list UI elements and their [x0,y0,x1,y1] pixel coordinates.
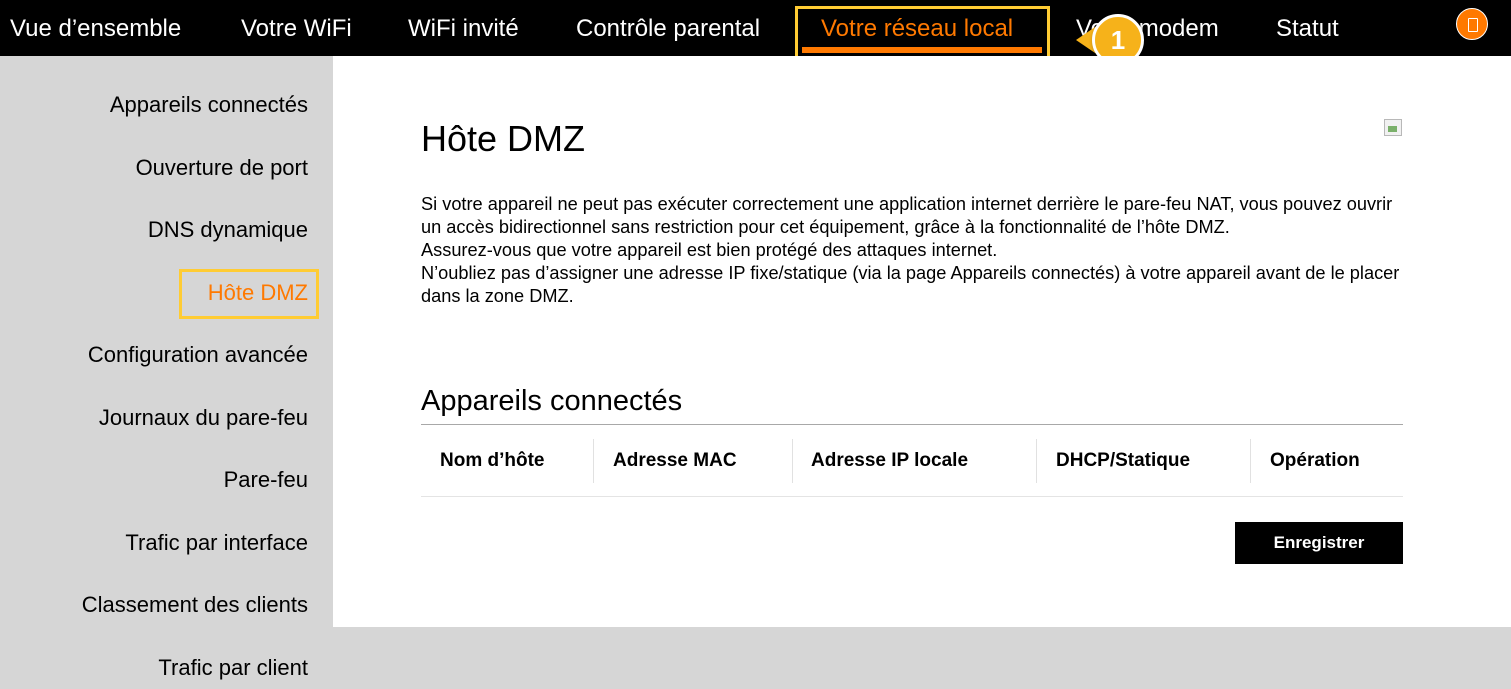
description-paragraph: Assurez-vous que votre appareil est bien… [421,240,998,260]
sidebar-item-dns-dynamique[interactable]: DNS dynamique [148,217,308,243]
column-divider [792,439,793,483]
column-divider [593,439,594,483]
sidebar-item-journaux-pare-feu[interactable]: Journaux du pare-feu [99,405,308,431]
nav-item-controle-parental[interactable]: Contrôle parental [576,0,760,56]
sidebar-item-classement-des-clients[interactable]: Classement des clients [82,592,308,618]
nav-item-vue-ensemble[interactable]: Vue d’ensemble [10,0,181,56]
section-title: Appareils connectés [421,385,683,417]
nav-item-votre-modem[interactable]: Votre modem [1076,0,1219,56]
active-tab-underline [802,47,1042,53]
column-divider [1036,439,1037,483]
sidebar-item-ouverture-de-port[interactable]: Ouverture de port [136,155,308,181]
column-header-mac: Adresse MAC [613,450,737,471]
sidebar-item-pare-feu[interactable]: Pare-feu [224,467,308,493]
save-button[interactable]: Enregistrer [1235,522,1403,564]
nav-item-wifi-invite[interactable]: WiFi invité [408,0,519,56]
column-divider [1250,439,1251,483]
column-header-local-ip: Adresse IP locale [811,450,969,471]
nav-item-statut[interactable]: Statut [1276,0,1339,56]
sidebar-item-trafic-par-client[interactable]: Trafic par client [158,655,308,681]
sidebar-item-appareils-connectes[interactable]: Appareils connectés [110,92,308,118]
nav-item-votre-wifi[interactable]: Votre WiFi [241,0,352,56]
sidebar-item-trafic-par-interface[interactable]: Trafic par interface [125,530,308,556]
column-header-hostname: Nom d’hôte [440,450,545,471]
page-description: Si votre appareil ne peut pas exécuter c… [421,193,1401,308]
section-divider [421,424,1403,425]
user-icon[interactable] [1456,8,1488,40]
page-title: Hôte DMZ [421,118,586,159]
column-header-dhcp-static: DHCP/Statique [1056,450,1191,471]
broken-image-icon [1384,119,1402,136]
description-paragraph: Si votre appareil ne peut pas exécuter c… [421,194,1393,237]
table-divider [421,496,1403,497]
sidebar-item-hote-dmz[interactable]: Hôte DMZ [208,280,308,306]
top-navigation: Vue d’ensemble Votre WiFi WiFi invité Co… [0,0,1511,56]
devices-table-header: Nom d’hôte Adresse MAC Adresse IP locale… [421,439,1403,483]
sidebar-item-configuration-avancee[interactable]: Configuration avancée [88,342,308,368]
description-paragraph: N’oubliez pas d’assigner une adresse IP … [421,263,1400,306]
column-header-operation: Opération [1270,450,1360,471]
